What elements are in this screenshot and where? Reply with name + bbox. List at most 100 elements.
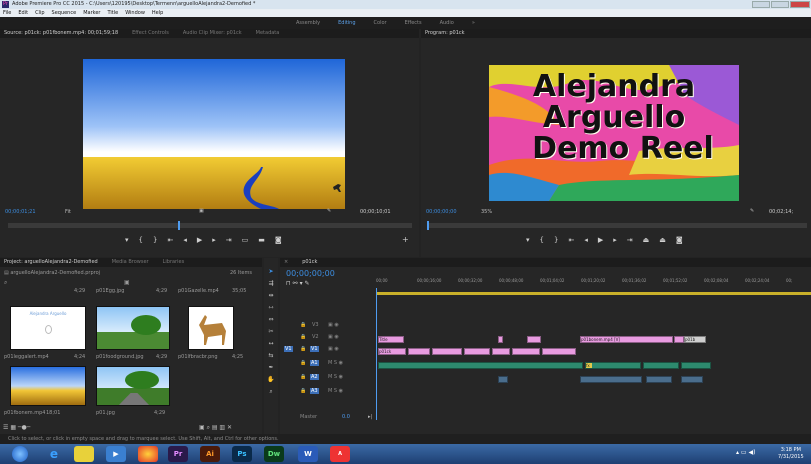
mute-solo-icon[interactable]: M S ◉ (328, 388, 343, 394)
clip-title[interactable]: Title (378, 336, 404, 343)
clip-v1[interactable] (464, 348, 490, 355)
timeline-settings-icon[interactable]: ✎ (305, 280, 310, 287)
source-wrench-icon[interactable]: ✎ (327, 208, 331, 214)
step-forward-icon[interactable]: ▸ (212, 236, 216, 244)
mark-out-icon[interactable]: } (153, 236, 157, 244)
lift-icon[interactable]: ⏏ (643, 236, 650, 244)
toggle-sync-icon[interactable]: 🔒 (300, 334, 306, 340)
project-item-name[interactable]: p01fbonem.mp4 (4, 410, 45, 416)
taskbar-premiere-icon[interactable]: Pr (168, 446, 188, 462)
program-playhead[interactable] (427, 221, 429, 230)
add-marker-timeline-icon[interactable]: ▾ (300, 280, 303, 287)
clip-a2[interactable] (681, 376, 703, 383)
program-export-frame-icon[interactable]: ◙ (676, 236, 683, 244)
internet-explorer-icon[interactable]: e (44, 446, 64, 462)
project-item-name[interactable]: p01leggalert.mp4 (4, 354, 49, 360)
slide-tool-icon[interactable]: ⇆ (264, 350, 278, 362)
new-item-icon[interactable]: ▣ ⌕ ▤ ▥ ✕ (199, 424, 232, 432)
taskbar-dreamweaver-icon[interactable]: Dw (264, 446, 284, 462)
project-item-name[interactable]: p01.jpg (96, 410, 115, 416)
menu-file[interactable]: File (3, 9, 11, 17)
insert-icon[interactable]: ▭ (242, 236, 249, 244)
menu-clip[interactable]: Clip (35, 9, 44, 17)
project-item-name[interactable]: p01foodground.jpg (96, 354, 144, 360)
workspace-color[interactable]: Color (374, 17, 387, 29)
razor-tool-icon[interactable]: ✂ (264, 326, 278, 338)
workspace-effects[interactable]: Effects (405, 17, 422, 29)
clip-v1[interactable] (492, 348, 510, 355)
workspace-assembly[interactable]: Assembly (296, 17, 320, 29)
taskbar-word-icon[interactable]: W (298, 446, 318, 462)
tab-libraries[interactable]: Libraries (163, 258, 185, 267)
linked-selection-icon[interactable]: ⚯ (293, 280, 298, 287)
workspace-more-icon[interactable]: » (472, 17, 475, 29)
master-volume-value[interactable]: 0.0 (342, 414, 350, 420)
taskbar-acrobat-icon[interactable]: A (330, 446, 350, 462)
play-icon[interactable]: ▶ (197, 236, 202, 244)
menu-help[interactable]: Help (152, 9, 163, 17)
track-output-icon[interactable]: ▣ ◉ (328, 322, 339, 328)
minimize-button[interactable] (752, 1, 770, 8)
source-playhead[interactable] (178, 221, 180, 230)
clip-a2[interactable] (646, 376, 672, 383)
taskbar-clock[interactable]: 3:18 PM 7/31/2015 (778, 447, 804, 461)
tab-project[interactable]: Project: arguelloAlejandra2-Demofied (4, 258, 98, 267)
slip-tool-icon[interactable]: ↔ (264, 338, 278, 350)
clip-a2[interactable] (498, 376, 508, 383)
go-to-end-icon[interactable]: ▸| (368, 414, 372, 420)
zoom-slider-icon[interactable]: ─●─ (18, 424, 30, 431)
tab-media-browser[interactable]: Media Browser (112, 258, 149, 267)
tab-effect-controls[interactable]: Effect Controls (132, 29, 169, 38)
menu-edit[interactable]: Edit (18, 9, 28, 17)
project-item-name[interactable]: p01lfbracbr.png (178, 354, 218, 360)
project-thumb-gazelle[interactable] (188, 306, 234, 350)
project-thumb-grass[interactable] (96, 306, 170, 350)
extract-icon[interactable]: ⏏ (659, 236, 666, 244)
toggle-sync-icon[interactable]: 🔒 (300, 374, 306, 380)
go-to-in-icon[interactable]: ⇤ (167, 236, 173, 244)
clip-v2[interactable]: p01bonem.mp4 [V] (580, 336, 673, 343)
menu-sequence[interactable]: Sequence (52, 9, 77, 17)
program-wrench-icon[interactable]: ✎ (750, 208, 754, 214)
icon-view-icon[interactable]: ▦ (10, 424, 16, 431)
selection-tool-icon[interactable]: ➤ (264, 266, 278, 278)
clip-a1[interactable] (378, 362, 583, 369)
toggle-sync-icon[interactable]: 🔒 (300, 360, 306, 366)
start-button[interactable] (12, 446, 28, 462)
mark-in-icon[interactable]: { (139, 236, 143, 244)
program-go-to-in-icon[interactable]: ⇤ (568, 236, 574, 244)
rolling-edit-tool-icon[interactable]: ⇿ (264, 302, 278, 314)
clip-v1[interactable] (542, 348, 576, 355)
clip-v2[interactable] (498, 336, 503, 343)
track-output-icon[interactable]: ▣ ◉ (328, 334, 339, 340)
clip-v2[interactable]: p01b (684, 336, 706, 343)
rate-stretch-tool-icon[interactable]: ⇔ (264, 314, 278, 326)
clip-v2[interactable] (674, 336, 684, 343)
workspace-audio[interactable]: Audio (440, 17, 454, 29)
program-add-marker-icon[interactable]: ▾ (526, 236, 530, 244)
program-play-icon[interactable]: ▶ (598, 236, 603, 244)
tab-audio-clip-mixer[interactable]: Audio Clip Mixer: p01ck (183, 29, 242, 38)
source-scrubber[interactable] (8, 221, 412, 230)
step-back-icon[interactable]: ◂ (183, 236, 187, 244)
workspace-editing[interactable]: Editing (338, 17, 355, 29)
toggle-sync-icon[interactable]: 🔒 (300, 388, 306, 394)
clip-v1[interactable] (512, 348, 540, 355)
export-frame-icon[interactable]: ◙ (275, 236, 282, 244)
pen-tool-icon[interactable]: ✒ (264, 362, 278, 374)
menu-marker[interactable]: Marker (83, 9, 100, 17)
clip-v2[interactable] (527, 336, 541, 343)
program-step-back-icon[interactable]: ◂ (584, 236, 588, 244)
tab-sequence[interactable]: p01ck (302, 258, 317, 267)
toggle-sync-icon[interactable]: 🔒 (300, 322, 306, 328)
add-marker-icon[interactable]: ▾ (125, 236, 129, 244)
taskbar-illustrator-icon[interactable]: Ai (200, 446, 220, 462)
mute-solo-icon[interactable]: M S ◉ (328, 360, 343, 366)
tray-icons[interactable]: ▴ ▭ ◀) (736, 449, 755, 456)
close-button[interactable] (790, 1, 810, 8)
project-thumb-title[interactable]: Alejandra Arguello (10, 306, 86, 350)
track-output-icon[interactable]: ▣ ◉ (328, 346, 339, 352)
project-search-icon[interactable]: ⌕ (4, 279, 7, 287)
clip-a2[interactable] (580, 376, 642, 383)
program-zoom-select[interactable]: 35% (481, 209, 492, 215)
